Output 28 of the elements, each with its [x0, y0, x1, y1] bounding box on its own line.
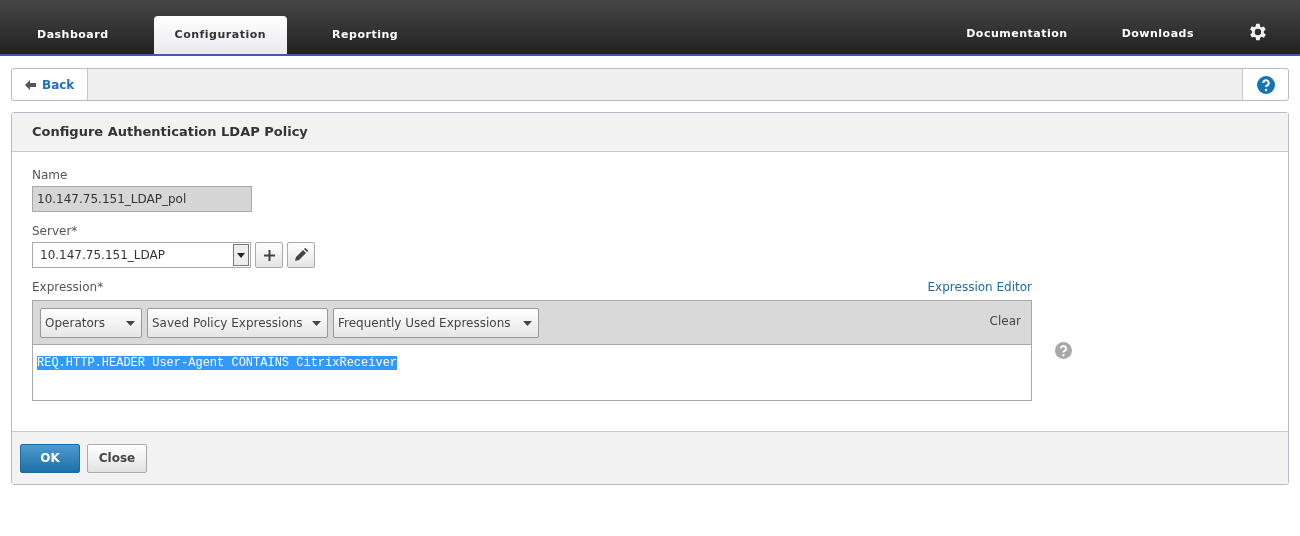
caret-icon — [233, 244, 249, 266]
plus-icon — [263, 249, 275, 261]
server-dropdown[interactable]: 10.147.75.151_LDAP — [32, 242, 251, 268]
nav-link[interactable]: Documentation — [966, 25, 1068, 43]
left-arrow-icon — [25, 79, 36, 90]
caret-icon — [312, 320, 321, 326]
edit-button[interactable] — [287, 242, 315, 268]
back-button[interactable]: Back — [12, 69, 89, 100]
expression-editor-link[interactable]: Expression Editor — [927, 280, 1032, 294]
nav-tab[interactable]: Reporting — [311, 16, 420, 54]
ok-button[interactable]: OK — [20, 443, 80, 473]
close-button[interactable]: Close — [87, 443, 147, 473]
clear-button[interactable]: Clear — [989, 308, 1024, 330]
server-label: Server* — [32, 224, 79, 238]
dropdown-button[interactable]: Operators — [40, 308, 142, 338]
panel-title: Configure Authentication LDAP Policy — [32, 123, 308, 142]
nav-tab[interactable]: Dashboard — [16, 16, 130, 54]
help-icon[interactable] — [1256, 75, 1275, 94]
caret-icon — [126, 320, 135, 326]
name-label: Name — [32, 168, 69, 182]
caret-icon — [523, 320, 532, 326]
expression-label: Expression* — [32, 280, 104, 294]
nav-tab[interactable]: Configuration — [153, 16, 288, 54]
dropdown-button[interactable]: Saved Policy Expressions — [147, 308, 328, 338]
nav-link[interactable]: Downloads — [1121, 25, 1194, 43]
add-button[interactable] — [255, 242, 283, 268]
dropdown-button[interactable]: Frequently Used Expressions — [333, 308, 539, 338]
pencil-icon — [294, 248, 308, 262]
